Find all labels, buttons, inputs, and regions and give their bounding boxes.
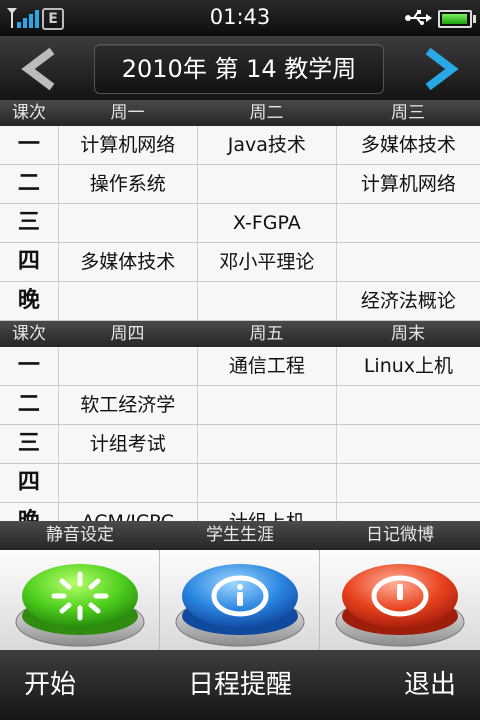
week-title[interactable]: 2010年 第 14 教学周 xyxy=(94,44,384,94)
period-label: 二 xyxy=(0,165,59,203)
course-cell[interactable] xyxy=(59,347,198,385)
mute-icon xyxy=(15,564,145,647)
battery-icon xyxy=(438,10,476,28)
course-cell[interactable]: 经济法概论 xyxy=(337,282,480,320)
period-label: 四 xyxy=(0,464,59,502)
column-header-friday: 周五 xyxy=(249,324,284,344)
column-header-weekend: 周末 xyxy=(391,324,425,344)
student-career-label: 学生生涯 xyxy=(206,525,274,545)
exit-button[interactable]: 退出 xyxy=(404,650,456,720)
schedule-header-thu-sun: 课次 周四 周五 周末 xyxy=(0,321,480,347)
schedule-header-mon-wed: 课次 周一 周二 周三 xyxy=(0,100,480,126)
info-icon xyxy=(175,564,305,647)
status-bar: E 01:43 xyxy=(0,0,480,36)
course-cell[interactable] xyxy=(198,165,337,203)
course-cell[interactable] xyxy=(337,464,480,502)
table-row: 晚 经济法概论 xyxy=(0,282,480,321)
column-header-period: 课次 xyxy=(12,324,46,344)
course-cell[interactable] xyxy=(198,386,337,424)
course-cell[interactable] xyxy=(337,425,480,463)
table-row: 三 X-FGPA xyxy=(0,204,480,243)
alert-icon xyxy=(335,564,465,647)
course-cell[interactable] xyxy=(337,204,480,242)
mute-settings-label: 静音设定 xyxy=(46,525,114,545)
course-cell[interactable]: 计组考试 xyxy=(59,425,198,463)
course-cell[interactable]: 计算机网络 xyxy=(337,165,480,203)
course-cell[interactable] xyxy=(337,386,480,424)
course-cell[interactable] xyxy=(198,464,337,502)
period-label: 四 xyxy=(0,243,59,281)
course-cell[interactable]: 计算机网络 xyxy=(59,126,198,164)
week-navigation-bar: 2010年 第 14 教学周 xyxy=(0,36,480,100)
column-header-wednesday: 周三 xyxy=(391,103,425,123)
column-header-period: 课次 xyxy=(12,103,46,123)
diary-microblog-label: 日记微博 xyxy=(366,525,434,545)
course-cell[interactable]: 软工经济学 xyxy=(59,386,198,424)
function-buttons-panel xyxy=(0,550,480,650)
table-row: 二 软工经济学 xyxy=(0,386,480,425)
table-row: 三 计组考试 xyxy=(0,425,480,464)
chevron-right-icon[interactable] xyxy=(418,47,462,91)
column-header-thursday: 周四 xyxy=(110,324,145,344)
period-label: 晚 xyxy=(0,282,59,320)
period-label: 一 xyxy=(0,347,59,385)
course-cell[interactable]: 多媒体技术 xyxy=(59,243,198,281)
table-row: 一 计算机网络 Java技术 多媒体技术 xyxy=(0,126,480,165)
column-header-monday: 周一 xyxy=(110,103,145,123)
table-row: 二 操作系统 计算机网络 xyxy=(0,165,480,204)
course-cell[interactable]: 通信工程 xyxy=(198,347,337,385)
course-cell[interactable]: 邓小平理论 xyxy=(198,243,337,281)
course-cell[interactable] xyxy=(198,282,337,320)
usb-icon xyxy=(405,10,432,25)
course-cell[interactable] xyxy=(337,243,480,281)
schedule-table-thu-sun: 一 通信工程 Linux上机 二 软工经济学 三 计组考试 四 晚 ACM/IC… xyxy=(0,347,480,542)
bottom-toolbar: 开始 日程提醒 退出 xyxy=(0,650,480,720)
period-label: 一 xyxy=(0,126,59,164)
table-row: 四 xyxy=(0,464,480,503)
course-cell[interactable]: 多媒体技术 xyxy=(337,126,480,164)
mute-settings-button[interactable] xyxy=(0,550,160,650)
period-label: 三 xyxy=(0,425,59,463)
course-cell[interactable]: 操作系统 xyxy=(59,165,198,203)
course-cell[interactable]: X-FGPA xyxy=(198,204,337,242)
period-label: 三 xyxy=(0,204,59,242)
battery-level-fill xyxy=(442,14,467,24)
course-cell[interactable] xyxy=(59,204,198,242)
schedule-table-mon-wed: 一 计算机网络 Java技术 多媒体技术 二 操作系统 计算机网络 三 X-FG… xyxy=(0,126,480,321)
column-header-tuesday: 周二 xyxy=(249,103,284,123)
function-labels-bar: 静音设定 学生生涯 日记微博 xyxy=(0,521,480,550)
course-cell[interactable] xyxy=(198,425,337,463)
diary-microblog-button[interactable] xyxy=(320,550,479,650)
course-cell[interactable]: Java技术 xyxy=(198,126,337,164)
course-cell[interactable] xyxy=(59,464,198,502)
course-cell[interactable] xyxy=(59,282,198,320)
table-row: 一 通信工程 Linux上机 xyxy=(0,347,480,386)
period-label: 二 xyxy=(0,386,59,424)
course-cell[interactable]: Linux上机 xyxy=(337,347,480,385)
chevron-left-icon[interactable] xyxy=(18,47,62,91)
table-row: 四 多媒体技术 邓小平理论 xyxy=(0,243,480,282)
student-career-button[interactable] xyxy=(160,550,320,650)
